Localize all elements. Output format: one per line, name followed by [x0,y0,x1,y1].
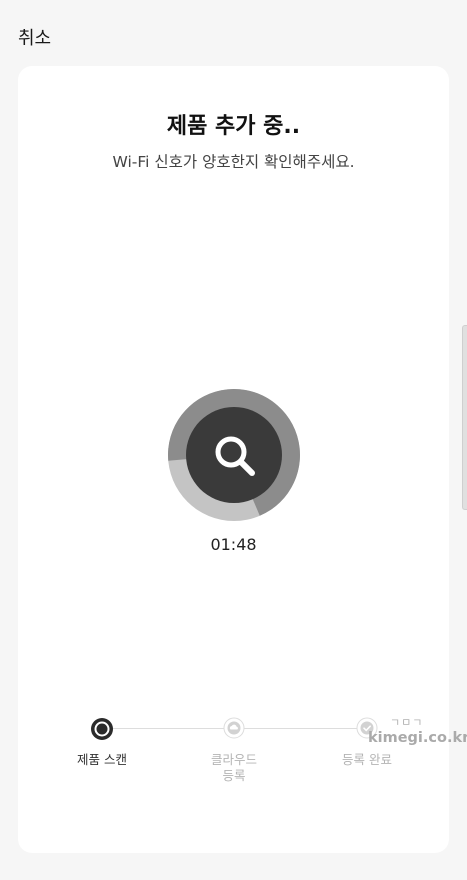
step-cloud-register-label: 클라우드 등록 [210,752,257,783]
top-bar: 취소 [0,0,467,66]
scan-progress-indicator [167,388,301,522]
scrollbar-handle[interactable] [462,325,467,510]
step-scan-label: 제품 스캔 [77,752,127,767]
countdown-timer: 01:48 [210,535,257,554]
cloud-icon [223,717,245,743]
watermark: ㄱㅁㄱ kimegi.co.kr [368,714,467,754]
step-register-complete-label: 등록 완료 [342,752,392,767]
watermark-logo: ㄱㅁㄱ [390,716,424,729]
step-connector [102,728,234,729]
step-scan-indicator [90,717,114,745]
watermark-text: kimegi.co.kr [368,730,467,746]
step-connector [234,728,367,729]
page-title: 제품 추가 중.. [166,114,301,139]
cancel-button[interactable]: 취소 [18,24,51,50]
wifi-hint-text: Wi-Fi 신호가 양호한지 확인해주세요. [112,153,355,171]
